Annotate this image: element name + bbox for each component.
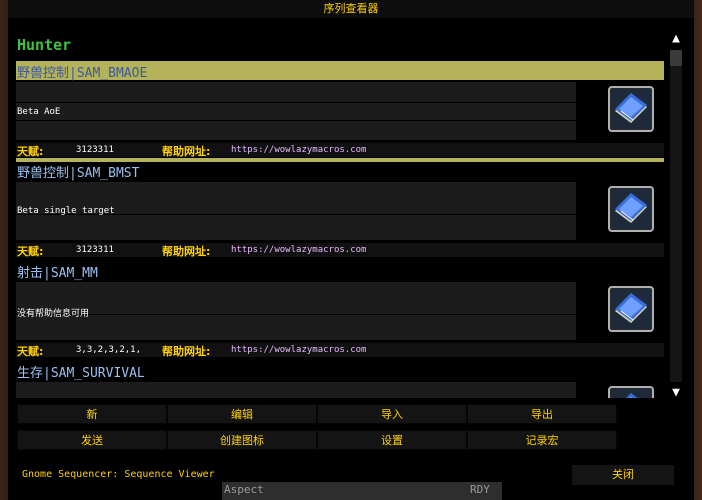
import-button[interactable]: 导入 xyxy=(317,404,467,424)
sequence-viewer-window: 序列查看器 Hunter 野兽控制|SAM_BMAOE Beta AoE 天赋:… xyxy=(8,0,694,500)
spellbook-icon[interactable] xyxy=(608,86,654,132)
chevron-up-icon[interactable]: ▲ xyxy=(666,30,686,48)
sequence-name: 野兽控制|SAM_BMAOE xyxy=(17,66,148,81)
class-title: Hunter xyxy=(17,36,72,54)
sequence-item[interactable]: 射击|SAM_MM 没有帮助信息可用 天赋: 3,3,2,3,2,1, 帮助网址… xyxy=(16,258,664,358)
sequence-item[interactable]: 野兽控制|SAM_BMAOE Beta AoE 天赋: 3123311 帮助网址… xyxy=(16,58,664,162)
window-title: 序列查看器 xyxy=(8,0,694,18)
send-button[interactable]: 发送 xyxy=(17,430,167,450)
spellbook-icon[interactable] xyxy=(608,186,654,232)
talent-label: 天赋: xyxy=(17,145,44,158)
help-url-link[interactable]: https://wowlazymacros.com xyxy=(231,145,366,155)
sequence-list-scrollbar[interactable]: ▲ ▼ xyxy=(664,30,688,402)
sequence-help-box: 没有帮助信息可用 xyxy=(16,282,576,340)
help-url-link[interactable]: https://wowlazymacros.com xyxy=(231,345,366,355)
sequence-name: 野兽控制|SAM_BMST xyxy=(17,166,140,181)
sequence-info-row: 天赋: 3123311 帮助网址: https://wowlazymacros.… xyxy=(16,143,664,158)
sequence-help-box: Beta single target xyxy=(16,182,576,240)
talent-value: 3123311 xyxy=(76,145,114,155)
help-url-label: 帮助网址: xyxy=(162,345,211,358)
spellbook-icon[interactable] xyxy=(608,386,654,398)
action-bar-left-label: Aspect xyxy=(224,483,264,496)
sequence-name: 生存|SAM_SURVIVAL xyxy=(17,366,145,381)
scrollbar-track[interactable] xyxy=(670,50,682,382)
sequence-item[interactable]: 生存|SAM_SURVIVAL xyxy=(16,358,664,398)
talent-label: 天赋: xyxy=(17,245,44,258)
sequence-header[interactable]: 野兽控制|SAM_BMAOE xyxy=(16,61,664,81)
create-icon-button[interactable]: 创建图标 xyxy=(167,430,317,450)
sequence-item[interactable]: 野兽控制|SAM_BMST Beta single target 天赋: 312… xyxy=(16,158,664,258)
sequence-name: 射击|SAM_MM xyxy=(17,266,98,281)
new-button[interactable]: 新 xyxy=(17,404,167,424)
sequence-header[interactable]: 生存|SAM_SURVIVAL xyxy=(16,361,664,381)
sequence-info-row: 天赋: 3123311 帮助网址: https://wowlazymacros.… xyxy=(16,243,664,258)
sequence-header[interactable]: 野兽控制|SAM_BMST xyxy=(16,161,664,181)
help-url-link[interactable]: https://wowlazymacros.com xyxy=(231,245,366,255)
chevron-down-icon[interactable]: ▼ xyxy=(666,384,686,402)
sequence-help-box xyxy=(16,382,576,398)
footer-label: Gnome Sequencer: Sequence Viewer xyxy=(22,469,215,480)
close-button[interactable]: 关闭 xyxy=(572,465,674,485)
scrollbar-thumb[interactable] xyxy=(670,50,682,66)
sequence-header[interactable]: 射击|SAM_MM xyxy=(16,261,664,281)
talent-value: 3,3,2,3,2,1, xyxy=(76,345,142,355)
help-url-label: 帮助网址: xyxy=(162,145,211,158)
action-bar-right-label: RDY xyxy=(470,483,490,496)
spellbook-icon[interactable] xyxy=(608,286,654,332)
help-url-label: 帮助网址: xyxy=(162,245,211,258)
sequence-list: 野兽控制|SAM_BMAOE Beta AoE 天赋: 3123311 帮助网址… xyxy=(16,58,664,398)
settings-button[interactable]: 设置 xyxy=(317,430,467,450)
sequence-help-text: Beta AoE xyxy=(17,107,61,117)
edit-button[interactable]: 编辑 xyxy=(167,404,317,424)
action-bar: Aspect RDY xyxy=(222,482,502,500)
talent-value: 3123311 xyxy=(76,245,114,255)
export-button[interactable]: 导出 xyxy=(467,404,617,424)
talent-label: 天赋: xyxy=(17,345,44,358)
sequence-help-text: 没有帮助信息可用 xyxy=(17,309,90,319)
record-macro-button[interactable]: 记录宏 xyxy=(467,430,617,450)
sequence-help-box: Beta AoE xyxy=(16,82,576,140)
sequence-info-row: 天赋: 3,3,2,3,2,1, 帮助网址: https://wowlazyma… xyxy=(16,343,664,358)
sequence-help-text: Beta single target xyxy=(17,206,115,216)
